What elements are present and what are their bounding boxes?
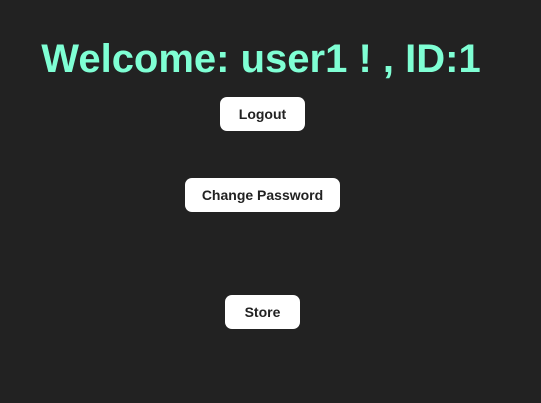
- logout-button[interactable]: Logout: [220, 97, 305, 131]
- store-button[interactable]: Store: [225, 295, 300, 329]
- change-password-button[interactable]: Change Password: [185, 178, 340, 212]
- welcome-heading: Welcome: user1 ! , ID:1: [41, 37, 481, 81]
